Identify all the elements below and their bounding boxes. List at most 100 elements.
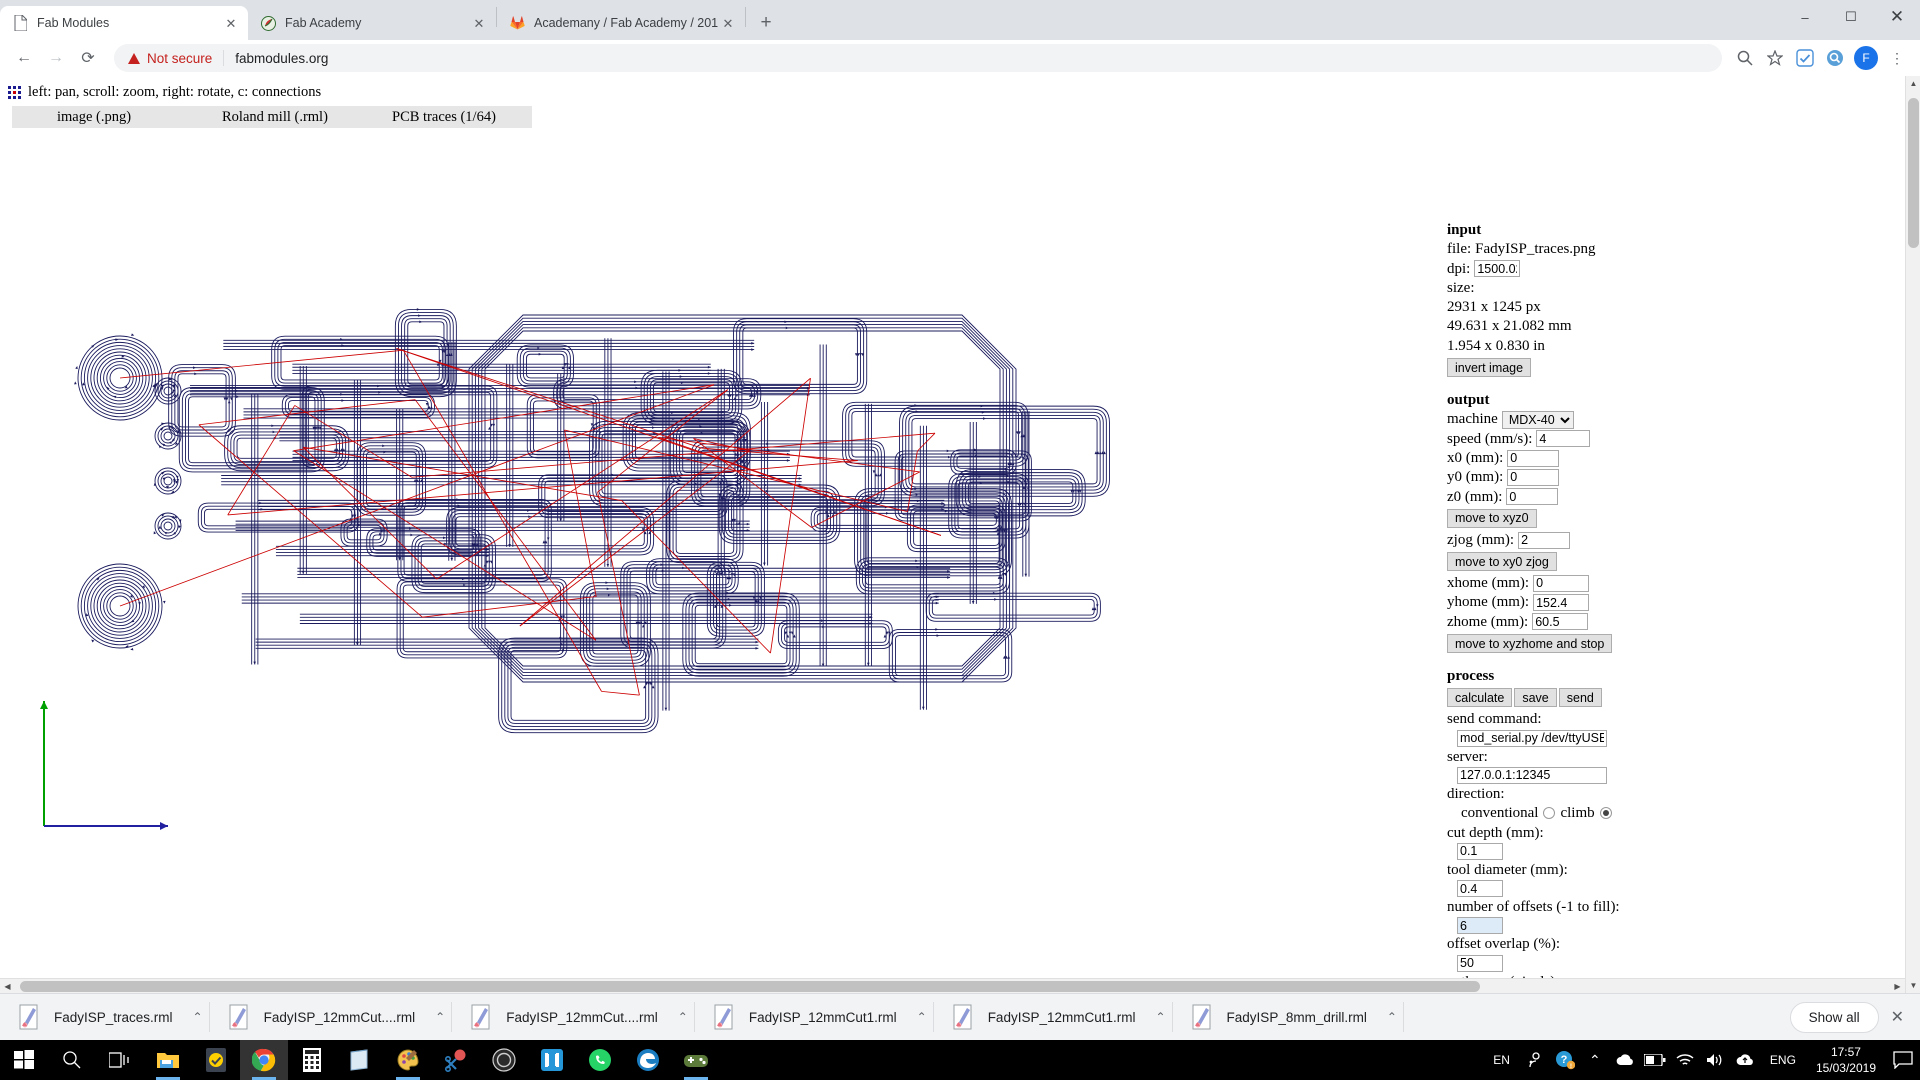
vertical-scrollbar[interactable]: ▲ ▼ — [1905, 76, 1920, 993]
whatsapp-icon[interactable] — [576, 1040, 624, 1080]
vscode-icon[interactable] — [528, 1040, 576, 1080]
sticky-notes-icon[interactable] — [336, 1040, 384, 1080]
minimize-button[interactable]: – — [1782, 0, 1828, 34]
forward-button[interactable]: → — [40, 42, 72, 74]
tray-chevron-icon[interactable]: ⌃ — [1580, 1040, 1610, 1080]
tool-diameter-input[interactable] — [1457, 880, 1503, 897]
not-secure-indicator[interactable]: Not secure — [128, 51, 212, 66]
scroll-down-arrow-icon[interactable]: ▼ — [1906, 978, 1920, 993]
download-item[interactable]: FadyISP_12mmCut1.rml ⌃ — [695, 994, 933, 1041]
dpi-input[interactable] — [1474, 260, 1520, 277]
paint-icon[interactable] — [384, 1040, 432, 1080]
close-icon[interactable]: ✕ — [470, 14, 488, 32]
edge-icon[interactable] — [624, 1040, 672, 1080]
file-explorer-icon[interactable] — [144, 1040, 192, 1080]
norton-icon[interactable] — [192, 1040, 240, 1080]
chevron-up-icon[interactable]: ⌃ — [435, 1010, 445, 1024]
extension-check-icon[interactable] — [1790, 43, 1820, 73]
game-icon[interactable] — [672, 1040, 720, 1080]
calculator-icon[interactable] — [288, 1040, 336, 1080]
toolpath-canvas[interactable] — [0, 136, 1410, 1008]
task-view-icon[interactable] — [96, 1040, 144, 1080]
reload-button[interactable]: ⟳ — [72, 42, 104, 74]
chevron-up-icon[interactable]: ⌃ — [1387, 1010, 1397, 1024]
chevron-up-icon[interactable]: ⌃ — [678, 1010, 688, 1024]
save-button[interactable]: save — [1514, 688, 1556, 707]
y0-input[interactable] — [1507, 469, 1559, 486]
close-icon[interactable]: ✕ — [222, 14, 240, 32]
horizontal-scroll-thumb[interactable] — [20, 981, 1480, 992]
close-icon[interactable]: ✕ — [719, 14, 737, 32]
chrome-menu-icon[interactable]: ⋮ — [1882, 43, 1912, 73]
show-all-downloads-button[interactable]: Show all — [1790, 1002, 1879, 1033]
download-item[interactable]: FadyISP_traces.rml ⌃ — [0, 994, 209, 1041]
search-icon[interactable] — [1730, 43, 1760, 73]
xhome-input[interactable] — [1533, 575, 1589, 592]
close-window-button[interactable]: ✕ — [1874, 0, 1920, 34]
extension-magnifier-icon[interactable] — [1820, 43, 1850, 73]
maximize-button[interactable]: ☐ — [1828, 0, 1874, 34]
server-input[interactable] — [1457, 767, 1607, 784]
wifi-icon[interactable] — [1670, 1040, 1700, 1080]
battery-icon[interactable] — [1640, 1040, 1670, 1080]
help-icon[interactable]: ?! — [1550, 1040, 1580, 1080]
origin-axes — [40, 701, 168, 830]
download-item[interactable]: FadyISP_12mmCut....rml ⌃ — [210, 994, 452, 1041]
chevron-up-icon[interactable]: ⌃ — [917, 1010, 927, 1024]
invert-image-button[interactable]: invert image — [1447, 358, 1531, 377]
snipping-tool-icon[interactable] — [432, 1040, 480, 1080]
chevron-up-icon[interactable]: ⌃ — [1155, 1010, 1165, 1024]
back-button[interactable]: ← — [8, 42, 40, 74]
notification-icon[interactable] — [1886, 1040, 1920, 1080]
move-to-xyz0-button[interactable]: move to xyz0 — [1447, 509, 1537, 528]
send-command-input[interactable] — [1457, 730, 1607, 747]
calculate-button[interactable]: calculate — [1447, 688, 1512, 707]
download-item[interactable]: FadyISP_12mmCut1.rml ⌃ — [934, 994, 1172, 1041]
avatar[interactable]: F — [1854, 46, 1878, 70]
speed-input[interactable] — [1536, 430, 1590, 447]
search-icon[interactable] — [48, 1040, 96, 1080]
start-icon[interactable] — [0, 1040, 48, 1080]
offsets-input[interactable] — [1457, 917, 1503, 934]
language-indicator[interactable]: ENG — [1760, 1053, 1806, 1067]
scroll-right-arrow-icon[interactable]: ▶ — [1890, 979, 1905, 994]
zhome-input[interactable] — [1532, 613, 1588, 630]
vertical-scroll-thumb[interactable] — [1908, 98, 1919, 248]
chevron-up-icon[interactable]: ⌃ — [193, 1010, 203, 1024]
upload-cloud-icon[interactable] — [1730, 1040, 1760, 1080]
obs-icon[interactable] — [480, 1040, 528, 1080]
machine-select[interactable]: MDX-40 — [1502, 411, 1574, 429]
download-item[interactable]: FadyISP_8mm_drill.rml ⌃ — [1173, 994, 1403, 1041]
move-to-xyzhome-button[interactable]: move to xyzhome and stop — [1447, 634, 1612, 653]
chain-process-module[interactable]: PCB traces (1/64) — [392, 109, 496, 126]
new-tab-button[interactable]: + — [752, 9, 780, 37]
clock[interactable]: 17:57 15/03/2019 — [1806, 1044, 1886, 1076]
scroll-left-arrow-icon[interactable]: ◀ — [0, 979, 15, 994]
address-bar[interactable]: Not secure fabmodules.org — [114, 44, 1722, 72]
close-shelf-icon[interactable]: ✕ — [1891, 1007, 1904, 1027]
download-item[interactable]: FadyISP_12mmCut....rml ⌃ — [452, 994, 694, 1041]
offset-overlap-input[interactable] — [1457, 955, 1503, 972]
yhome-input[interactable] — [1533, 594, 1589, 611]
conventional-radio[interactable] — [1543, 807, 1555, 819]
bookmark-star-icon[interactable] — [1760, 43, 1790, 73]
cut-depth-input[interactable] — [1457, 843, 1503, 860]
cloud-icon[interactable] — [1610, 1040, 1640, 1080]
chain-input-module[interactable]: image (.png) — [57, 109, 131, 126]
zjog-input[interactable] — [1518, 532, 1570, 549]
tab-academany-gitlab[interactable]: Academany / Fab Academy / 201 ✕ — [497, 6, 745, 40]
people-icon[interactable] — [1520, 1040, 1550, 1080]
volume-icon[interactable] — [1700, 1040, 1730, 1080]
climb-radio[interactable] — [1600, 807, 1612, 819]
move-to-xy0-zjog-button[interactable]: move to xy0 zjog — [1447, 552, 1557, 571]
scroll-up-arrow-icon[interactable]: ▲ — [1906, 76, 1920, 91]
send-button[interactable]: send — [1559, 688, 1602, 707]
chain-output-module[interactable]: Roland mill (.rml) — [222, 109, 328, 126]
horizontal-scrollbar[interactable]: ◀ ▶ — [0, 978, 1905, 993]
chrome-icon[interactable] — [240, 1040, 288, 1080]
x0-input[interactable] — [1507, 450, 1559, 467]
tab-fab-academy[interactable]: Fab Academy ✕ — [248, 6, 496, 40]
input-language-indicator[interactable]: EN — [1483, 1053, 1520, 1067]
tab-fab-modules[interactable]: Fab Modules ✕ — [0, 6, 248, 40]
z0-input[interactable] — [1506, 488, 1558, 505]
